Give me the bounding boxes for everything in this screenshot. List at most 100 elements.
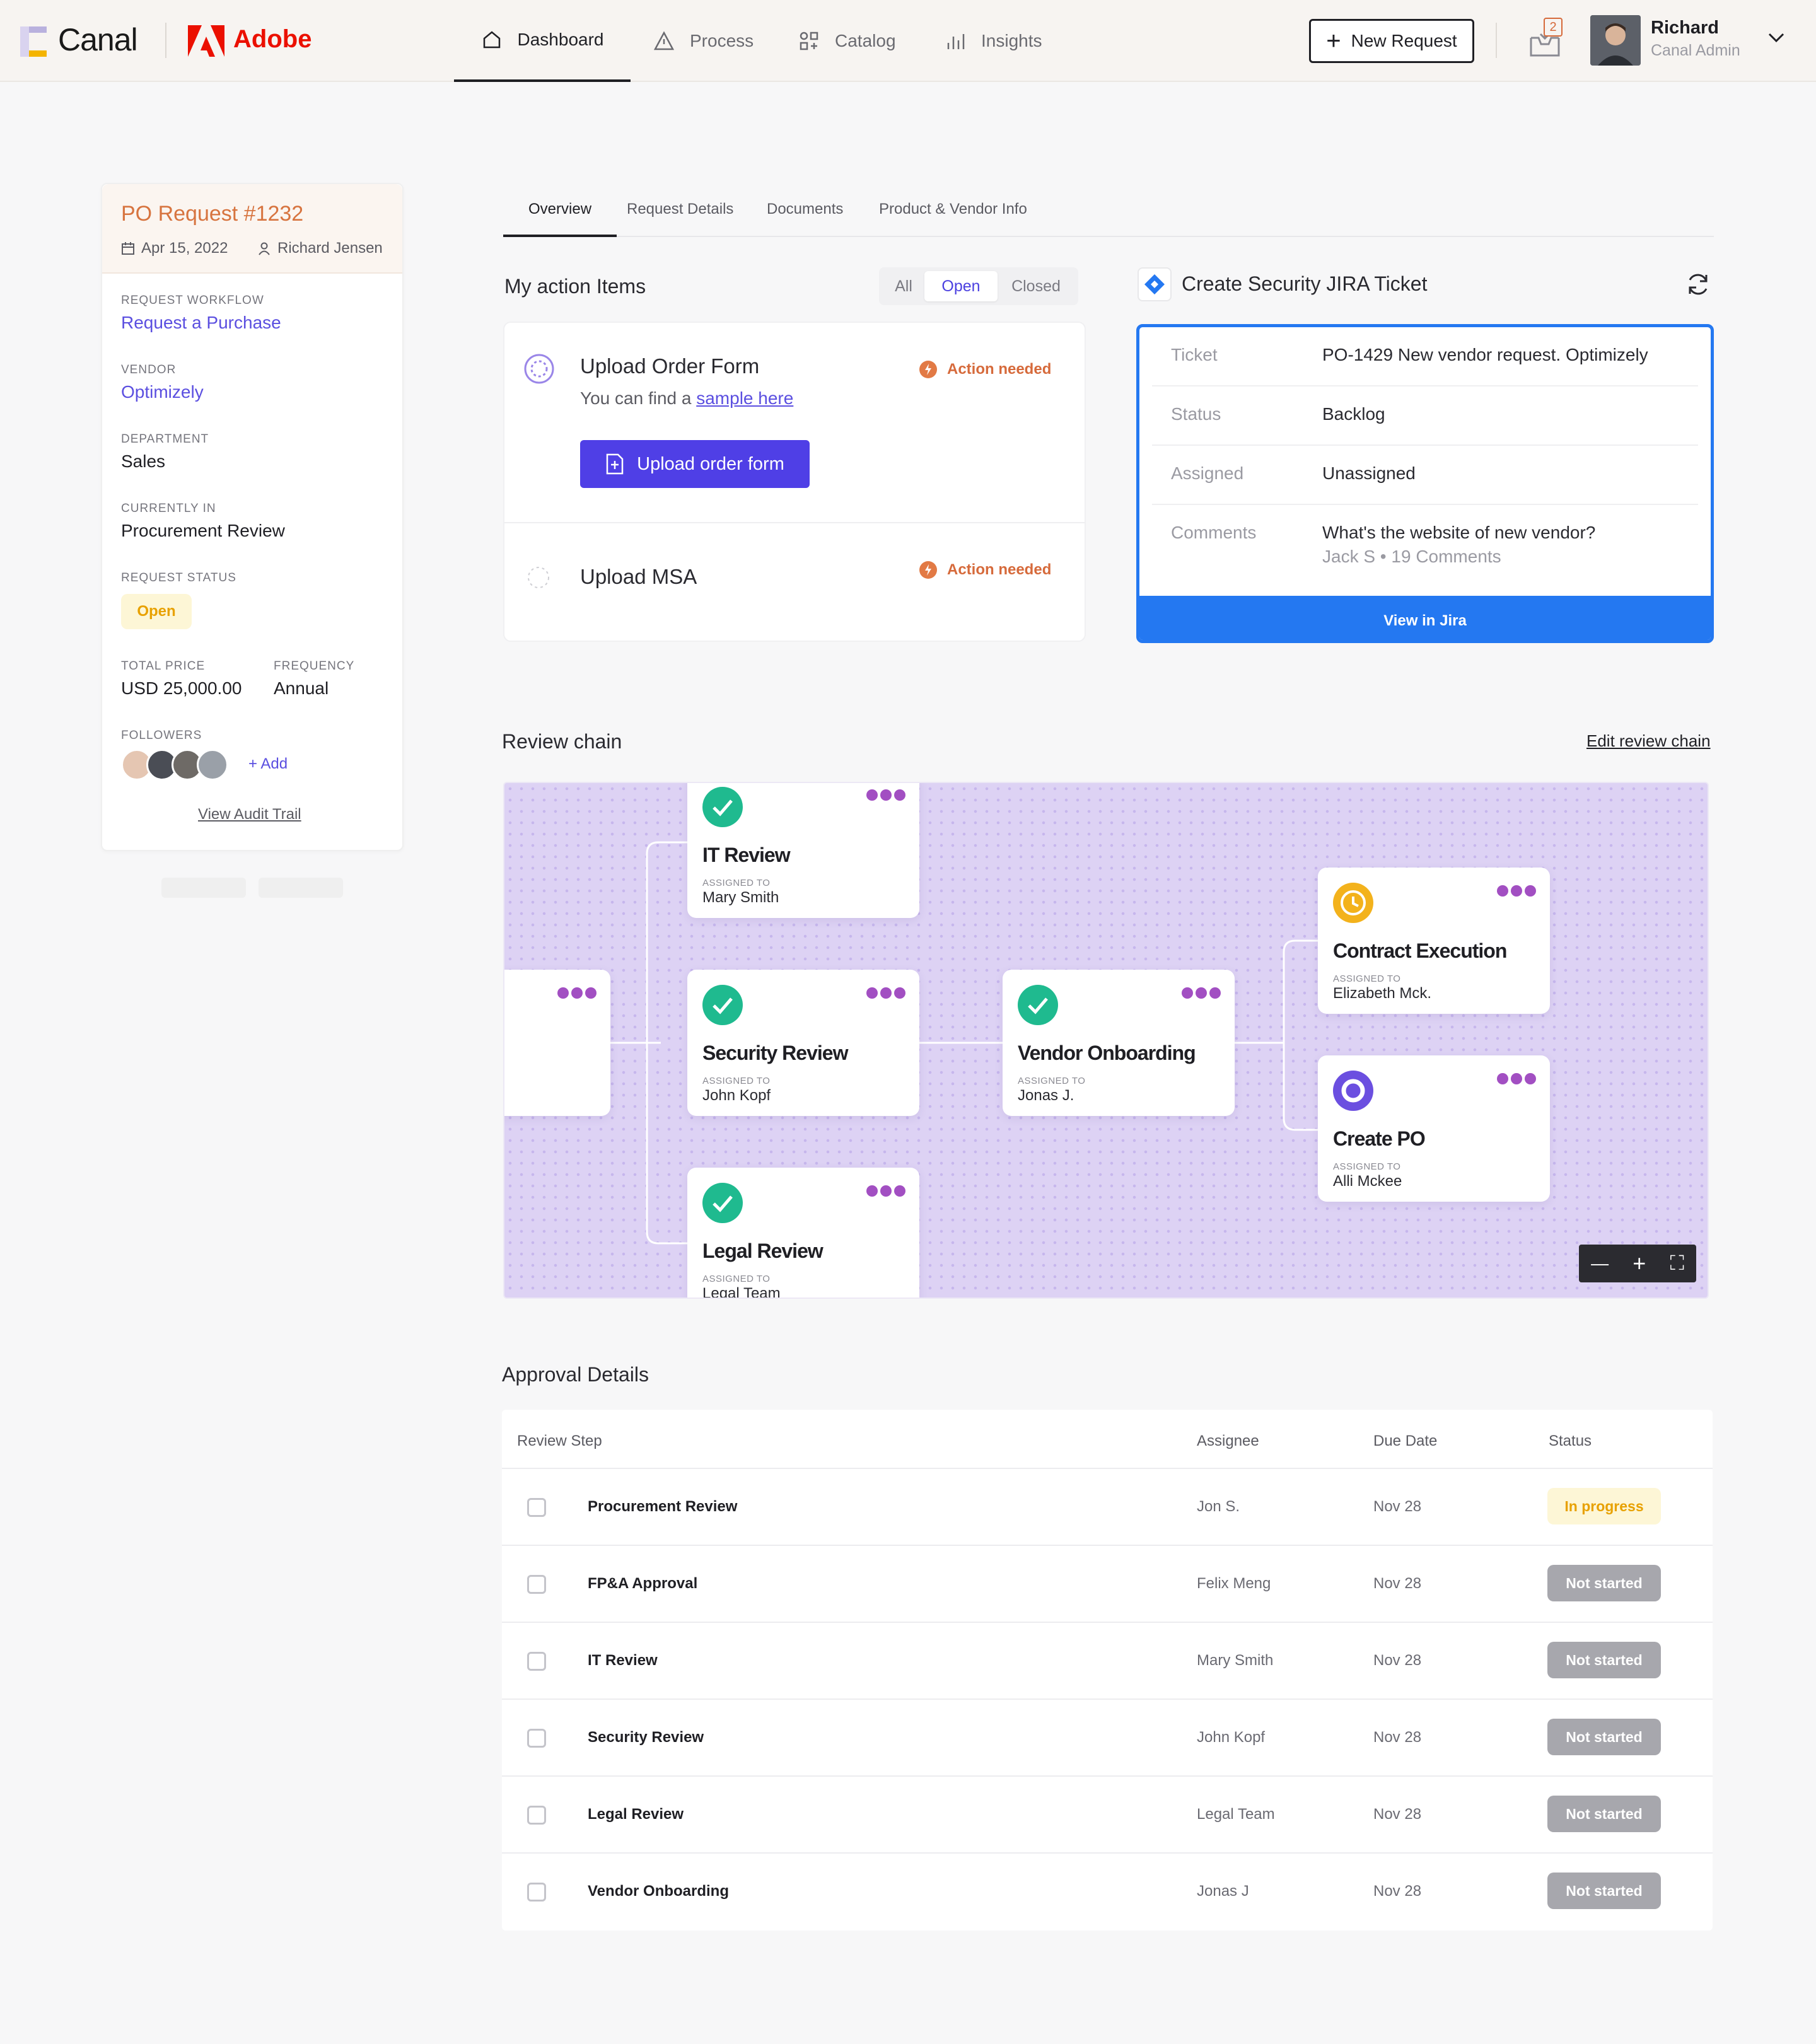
jira-value: Unassigned — [1322, 463, 1416, 483]
bolt-icon — [919, 561, 937, 579]
column-header: Due Date — [1373, 1432, 1438, 1449]
more-options-icon[interactable] — [1497, 1073, 1536, 1084]
status-badge: Open — [121, 594, 192, 629]
review-node-contract-execution[interactable]: Contract Execution ASSIGNED TO Elizabeth… — [1318, 868, 1550, 1014]
upload-order-form-button[interactable]: Upload order form — [580, 440, 810, 488]
sample-link[interactable]: sample here — [696, 388, 793, 408]
frequency-value: Annual — [274, 678, 329, 698]
department-label: DEPARTMENT — [121, 433, 209, 446]
nav-dashboard[interactable]: Dashboard — [454, 0, 631, 82]
node-assignee: John Kopf — [702, 1087, 771, 1104]
table-row[interactable]: Procurement Review Jon S. Nov 28 In prog… — [502, 1468, 1713, 1545]
due-date: Nov 28 — [1373, 1652, 1422, 1669]
new-request-button[interactable]: + New Request — [1309, 19, 1474, 63]
filter-all[interactable]: All — [883, 271, 924, 301]
table-row[interactable]: Legal Review Legal Team Nov 28 Not start… — [502, 1775, 1713, 1852]
total-price-label: TOTAL PRICE — [121, 659, 206, 673]
table-row[interactable]: Vendor Onboarding Jonas J Nov 28 Not sta… — [502, 1852, 1713, 1929]
chevron-down-icon[interactable] — [1767, 32, 1786, 44]
zoom-in-button[interactable]: + — [1633, 1250, 1646, 1277]
row-checkbox[interactable] — [527, 1806, 546, 1825]
more-options-icon[interactable] — [1182, 987, 1221, 999]
node-title: Security Review — [702, 1042, 848, 1064]
followers-label: FOLLOWERS — [121, 729, 202, 742]
filter-open[interactable]: Open — [924, 271, 998, 301]
review-node-create-po[interactable]: Create PO ASSIGNED TO Alli Mckee — [1318, 1055, 1550, 1202]
grid-icon — [800, 32, 818, 50]
node-title: Contract Execution — [1333, 939, 1507, 962]
row-checkbox[interactable] — [527, 1575, 546, 1594]
filter-closed[interactable]: Closed — [998, 271, 1074, 301]
jira-label: Ticket — [1171, 345, 1218, 364]
view-audit-trail-link[interactable]: View Audit Trail — [198, 806, 301, 823]
node-assigned-label: ASSIGNED TO — [702, 1076, 771, 1086]
table-row[interactable]: FP&A Approval Felix Meng Nov 28 Not star… — [502, 1545, 1713, 1622]
node-assigned-label: ASSIGNED TO — [702, 878, 771, 888]
canal-logo-icon — [20, 26, 47, 57]
view-in-jira-button[interactable]: View in Jira — [1139, 596, 1711, 640]
review-step: IT Review — [588, 1652, 658, 1669]
review-node-legal[interactable]: Legal Review ASSIGNED TO Legal Team — [687, 1168, 919, 1299]
brand-name[interactable]: Canal — [58, 21, 138, 58]
row-checkbox[interactable] — [527, 1883, 546, 1902]
tab-product-vendor-info[interactable]: Product & Vendor Info — [879, 200, 1027, 218]
bar-chart-icon — [947, 34, 965, 49]
table-row[interactable]: IT Review Mary Smith Nov 28 Not started — [502, 1622, 1713, 1698]
more-options-icon[interactable] — [1497, 885, 1536, 897]
refresh-icon[interactable] — [1685, 271, 1711, 298]
due-date: Nov 28 — [1373, 1575, 1422, 1592]
nav-catalog[interactable]: Catalog — [798, 0, 896, 82]
inbox-count-badge: 2 — [1544, 18, 1563, 37]
tab-documents[interactable]: Documents — [767, 200, 843, 218]
action-needed-badge: Action needed — [919, 361, 1051, 378]
action-item-subtitle: You can find a sample here — [580, 388, 793, 409]
jira-row-comments: Comments What's the website of new vendo… — [1152, 505, 1698, 596]
due-date: Nov 28 — [1373, 1806, 1422, 1823]
follower-avatar[interactable] — [197, 749, 228, 781]
assignee: Jonas J — [1197, 1883, 1249, 1900]
review-node-partial[interactable]: al — [504, 970, 610, 1116]
avatar[interactable] — [1590, 15, 1641, 66]
row-checkbox[interactable] — [527, 1498, 546, 1517]
nav-label: Insights — [981, 31, 1042, 50]
jira-row-assigned: Assigned Unassigned — [1152, 446, 1698, 505]
vendor-label: VENDOR — [121, 363, 177, 376]
review-node-it[interactable]: IT Review ASSIGNED TO Mary Smith — [687, 783, 919, 918]
brand-divider — [165, 23, 166, 58]
review-chain-canvas[interactable]: al IT Review ASSIGNED TO Mary Smith Secu… — [503, 782, 1709, 1299]
node-assignee: Mary Smith — [702, 889, 779, 906]
jira-label: Status — [1171, 404, 1221, 424]
nav-process[interactable]: Process — [653, 0, 754, 82]
add-follower-button[interactable]: + Add — [248, 755, 288, 773]
more-options-icon[interactable] — [866, 987, 905, 999]
table-row[interactable]: Security Review John Kopf Nov 28 Not sta… — [502, 1698, 1713, 1775]
assignee: Legal Team — [1197, 1806, 1275, 1823]
workflow-link[interactable]: Request a Purchase — [121, 313, 281, 333]
placeholder-bar — [161, 878, 246, 898]
vendor-link[interactable]: Optimizely — [121, 382, 204, 402]
row-checkbox[interactable] — [527, 1729, 546, 1748]
fullscreen-icon[interactable]: ⛶ — [1670, 1251, 1684, 1275]
review-step: Procurement Review — [588, 1498, 738, 1515]
pending-circle-icon — [528, 567, 549, 588]
nav-insights[interactable]: Insights — [945, 0, 1042, 82]
triangle-icon — [653, 31, 675, 50]
edit-review-chain-link[interactable]: Edit review chain — [1586, 731, 1711, 751]
zoom-out-button[interactable]: — — [1591, 1253, 1609, 1274]
home-icon — [483, 31, 500, 49]
workflow-label: REQUEST WORKFLOW — [121, 294, 264, 307]
more-options-icon[interactable] — [866, 1185, 905, 1197]
review-node-vendor-onboarding[interactable]: Vendor Onboarding ASSIGNED TO Jonas J. — [1003, 970, 1235, 1116]
tab-overview[interactable]: Overview — [528, 200, 591, 218]
due-date: Nov 28 — [1373, 1498, 1422, 1515]
row-checkbox[interactable] — [527, 1652, 546, 1671]
tab-request-details[interactable]: Request Details — [627, 200, 733, 218]
node-assignee: Legal Team — [702, 1285, 781, 1299]
adobe-logo-icon — [188, 25, 224, 57]
placeholder-bar — [259, 878, 343, 898]
more-options-icon[interactable] — [866, 789, 905, 801]
more-options-icon[interactable] — [557, 987, 597, 999]
user-photo-icon — [1590, 15, 1641, 66]
review-node-security[interactable]: Security Review ASSIGNED TO John Kopf — [687, 970, 919, 1116]
jira-value: What's the website of new vendor? — [1322, 523, 1596, 542]
